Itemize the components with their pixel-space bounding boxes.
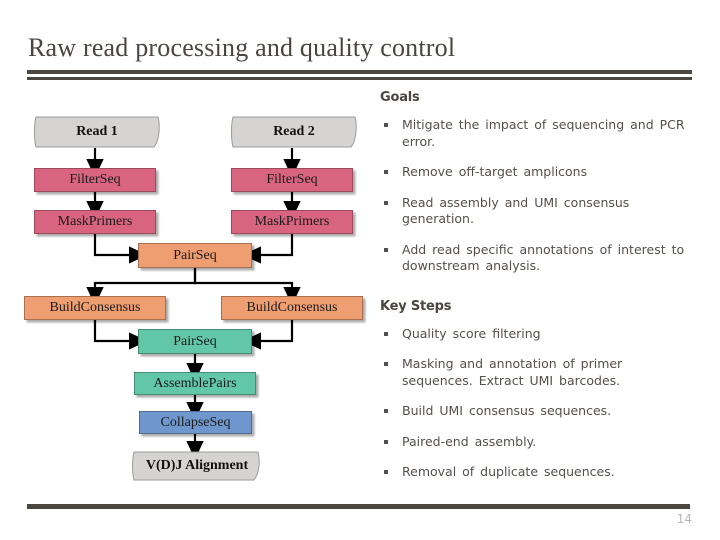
- list-item: Add read specific annotations of interes…: [380, 242, 692, 275]
- list-item: Paired-end assembly.: [380, 434, 692, 451]
- flow-node-label: MaskPrimers: [254, 214, 330, 229]
- flow-node-label: CollapseSeq: [160, 414, 231, 430]
- flow-node-buildconsensus-read1[interactable]: BuildConsensus: [24, 296, 166, 320]
- flow-node-label: PairSeq: [173, 333, 217, 349]
- flow-node-read-1[interactable]: Read 1: [28, 114, 166, 150]
- goals-list: Mitigate the impact of sequencing and PC…: [380, 117, 692, 275]
- flow-node-filterseq-read1[interactable]: FilterSeq: [34, 168, 156, 192]
- pipeline-flowchart: Read 1 Read 2 FilterSeq FilterSeq MaskPr…: [0, 100, 375, 490]
- content-column: Goals Mitigate the impact of sequencing …: [380, 90, 692, 495]
- flow-node-label: MaskPrimers: [57, 214, 133, 229]
- title-rule-upper: [27, 70, 692, 74]
- flow-node-pairseq-umi[interactable]: PairSeq: [138, 243, 252, 268]
- key-steps-heading: Key Steps: [380, 298, 452, 314]
- key-steps-list: Quality score filtering Masking and anno…: [380, 326, 692, 481]
- flow-node-label: BuildConsensus: [246, 300, 338, 315]
- flow-node-vdj-alignment[interactable]: V(D)J Alignment: [128, 450, 266, 482]
- flow-node-buildconsensus-read2[interactable]: BuildConsensus: [221, 296, 363, 320]
- flow-node-label: AssemblePairs: [153, 375, 237, 391]
- flow-node-label: FilterSeq: [69, 172, 121, 187]
- flow-node-collapseseq[interactable]: CollapseSeq: [139, 411, 252, 434]
- flow-node-maskprimers-read1[interactable]: MaskPrimers: [34, 210, 156, 234]
- flow-node-maskprimers-read2[interactable]: MaskPrimers: [231, 210, 353, 234]
- flow-node-read-2[interactable]: Read 2: [225, 114, 363, 150]
- flow-node-label: FilterSeq: [266, 172, 318, 187]
- goals-heading: Goals: [380, 90, 420, 105]
- footer-rule: [27, 504, 690, 509]
- flow-node-label: PairSeq: [173, 247, 217, 263]
- list-item: Masking and annotation of primer sequenc…: [380, 356, 692, 389]
- list-item: Read assembly and UMI consensus generati…: [380, 195, 692, 228]
- flow-node-label: BuildConsensus: [49, 300, 141, 315]
- list-item: Removal of duplicate sequences.: [380, 464, 692, 481]
- flow-node-filterseq-read2[interactable]: FilterSeq: [231, 168, 353, 192]
- flow-node-assemblepairs[interactable]: AssemblePairs: [134, 372, 256, 395]
- page-number: 14: [676, 512, 692, 526]
- list-item: Build UMI consensus sequences.: [380, 403, 692, 420]
- list-item: Quality score filtering: [380, 326, 692, 343]
- list-item: Remove off-target amplicons: [380, 164, 692, 181]
- list-item: Mitigate the impact of sequencing and PC…: [380, 117, 692, 150]
- page-title: Raw read processing and quality control: [28, 33, 456, 62]
- flow-node-pairseq-consensus[interactable]: PairSeq: [138, 329, 252, 354]
- title-rule-lower: [27, 77, 692, 80]
